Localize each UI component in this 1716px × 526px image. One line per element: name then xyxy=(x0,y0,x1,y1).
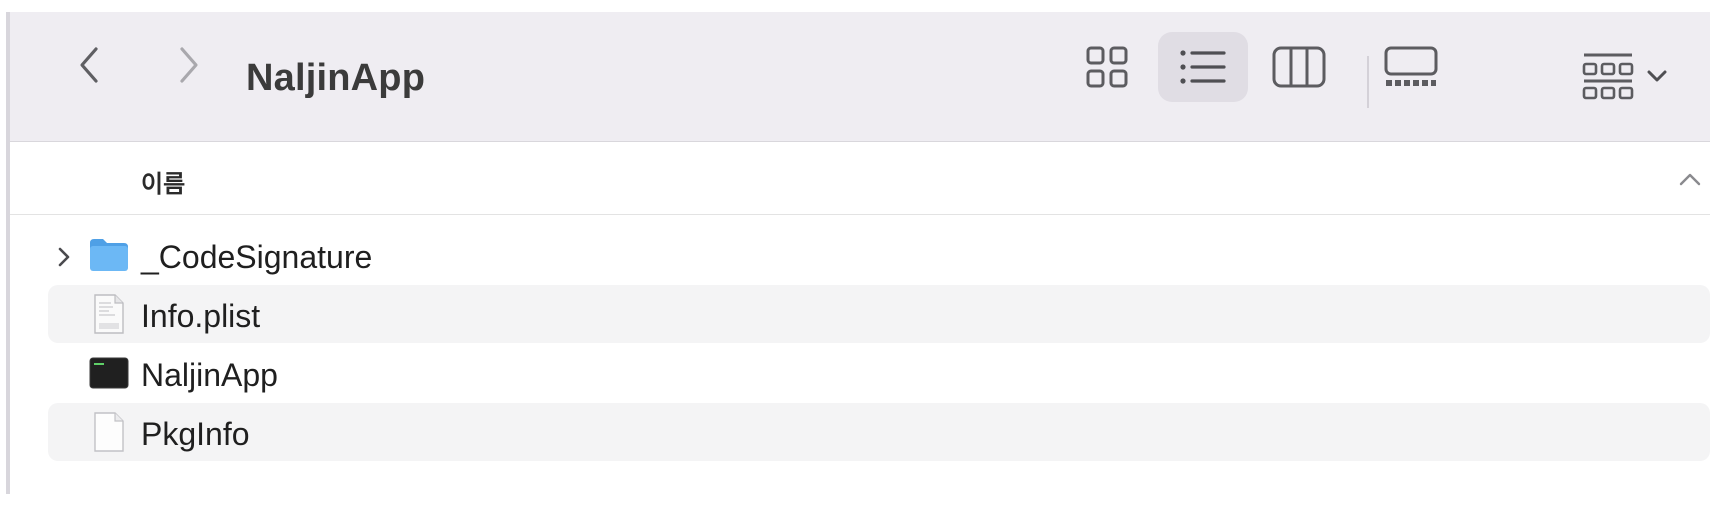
list-view-button[interactable] xyxy=(1158,32,1248,102)
group-icon xyxy=(1582,53,1634,100)
chevron-down-icon xyxy=(1647,70,1667,82)
gallery-view-button[interactable] xyxy=(1366,32,1456,102)
group-button[interactable] xyxy=(1582,48,1692,104)
grid-icon xyxy=(1086,46,1128,88)
blank-document-icon xyxy=(88,411,130,453)
list-icon xyxy=(1180,50,1226,84)
list-item[interactable]: NaljinApp xyxy=(48,344,1710,402)
forward-button[interactable] xyxy=(166,42,212,88)
list-item[interactable]: _CodeSignature xyxy=(48,226,1710,284)
gallery-icon xyxy=(1384,46,1438,86)
file-name: NaljinApp xyxy=(141,357,278,393)
folder-icon xyxy=(88,234,130,276)
back-button[interactable] xyxy=(66,42,112,88)
icon-view-button[interactable] xyxy=(1062,32,1152,102)
file-name: _CodeSignature xyxy=(141,239,373,275)
file-name: PkgInfo xyxy=(141,416,250,452)
sort-ascending-icon[interactable] xyxy=(1678,172,1702,191)
list-item[interactable]: Info.plist xyxy=(48,285,1710,343)
terminal-exec-icon xyxy=(88,352,130,394)
file-list: _CodeSignature Info.plist NaljinApp PkgI… xyxy=(10,226,1710,462)
column-view-button[interactable] xyxy=(1254,32,1344,102)
columns-icon xyxy=(1272,46,1326,88)
list-item[interactable]: PkgInfo xyxy=(48,403,1710,461)
toolbar: NaljinApp xyxy=(10,12,1710,142)
plist-file-icon xyxy=(88,293,130,335)
column-header-name[interactable]: 이름 xyxy=(141,164,185,199)
finder-window: NaljinApp 이름 _CodeSignature Info.plist N… xyxy=(6,12,1710,494)
list-header: 이름 xyxy=(10,142,1710,215)
window-title: NaljinApp xyxy=(246,57,426,99)
disclosure-triangle-icon[interactable] xyxy=(56,246,72,273)
file-name: Info.plist xyxy=(141,298,261,334)
chevron-right-icon xyxy=(180,47,198,83)
chevron-left-icon xyxy=(80,47,98,83)
